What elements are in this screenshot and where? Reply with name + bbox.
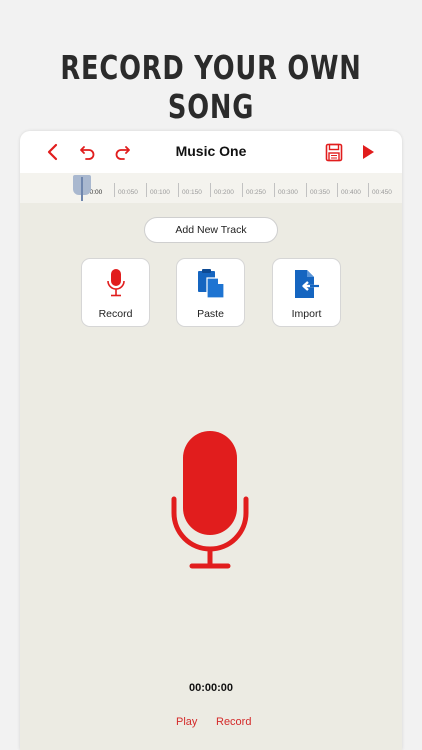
headline: RECORD YOUR OWN SONG xyxy=(60,48,362,126)
paste-icon xyxy=(177,267,244,301)
microphone-icon xyxy=(82,267,149,301)
timeline-tick: 00:300 xyxy=(274,183,298,197)
play-button[interactable]: Play xyxy=(176,716,197,728)
timeline-tick: 00:350 xyxy=(306,183,330,197)
save-icon[interactable] xyxy=(323,141,345,163)
app-screen: Music One 00:00 00:050 00:100 00:150 00:… xyxy=(20,131,402,750)
paste-button-label: Paste xyxy=(197,308,224,320)
timeline-tick: 00:250 xyxy=(242,183,266,197)
import-icon xyxy=(273,267,340,301)
import-button-label: Import xyxy=(291,308,322,320)
timeline-ruler[interactable]: 00:00 00:050 00:100 00:150 00:200 00:250… xyxy=(20,173,402,203)
timeline-tick: 00:050 xyxy=(114,183,138,197)
timeline-tick: 00:200 xyxy=(210,183,234,197)
record-button[interactable]: Record xyxy=(81,258,150,327)
add-new-track-button[interactable]: Add New Track xyxy=(144,217,278,243)
play-icon[interactable] xyxy=(357,141,379,163)
record-button-label: Record xyxy=(98,308,133,320)
playhead-line xyxy=(81,177,83,201)
timeline-tick: 00:400 xyxy=(337,183,361,197)
timeline-tick: 00:450 xyxy=(368,183,392,197)
large-microphone-icon[interactable] xyxy=(170,431,250,571)
record-text-button[interactable]: Record xyxy=(216,716,251,728)
timeline-tick: 00:150 xyxy=(178,183,202,197)
import-button[interactable]: Import xyxy=(272,258,341,327)
timeline-tick: 00:100 xyxy=(146,183,170,197)
recording-timer: 00:00:00 xyxy=(188,682,234,694)
toolbar: Music One xyxy=(20,131,402,174)
paste-button[interactable]: Paste xyxy=(176,258,245,327)
